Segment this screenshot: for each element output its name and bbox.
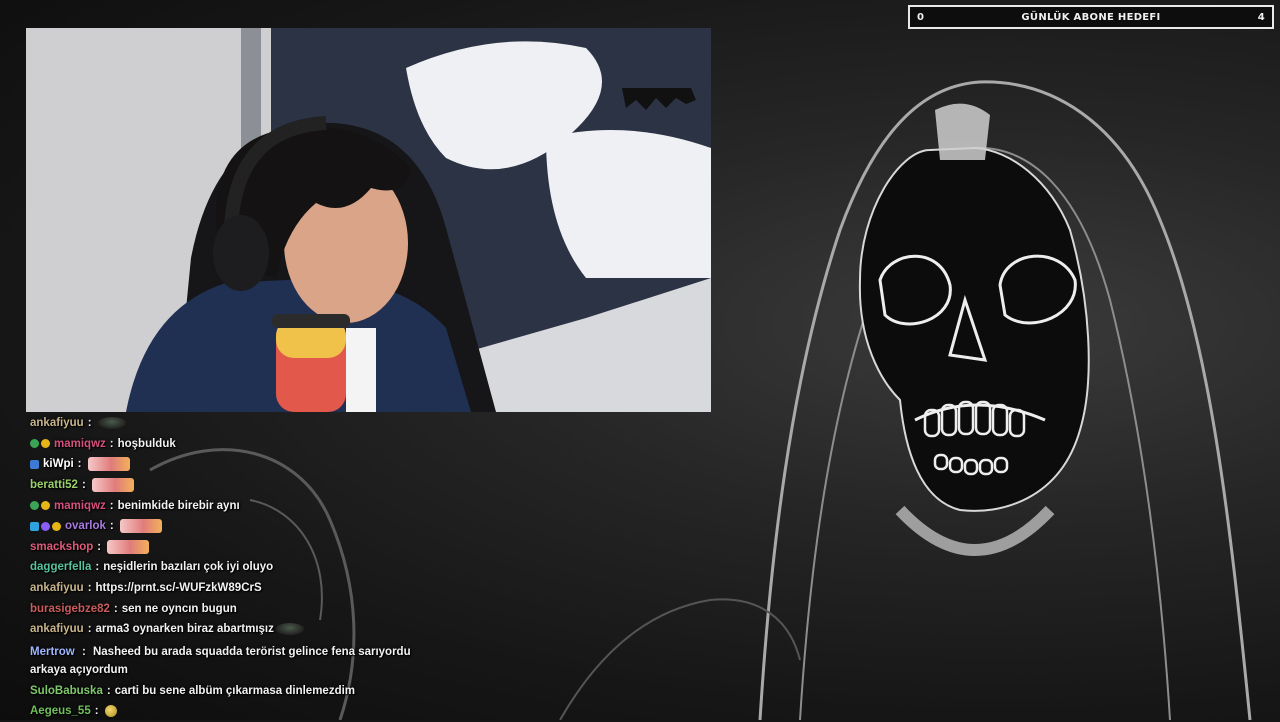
goal-label: GÜNLÜK ABONE HEDEFI — [1021, 11, 1161, 23]
chat-separator: : — [87, 623, 92, 636]
chat-text: sen ne oyncın bugun — [121, 602, 237, 615]
streamer-camera-image — [26, 28, 711, 412]
heart-emote-icon — [87, 457, 130, 472]
chat-text: benimkide birebir aynı — [117, 499, 240, 512]
chat-message: mamiqwz : benimkide birebir aynı — [26, 495, 466, 516]
chat-separator: : — [97, 540, 102, 553]
chat-username: daggerfella — [30, 561, 92, 574]
chat-separator: : — [77, 458, 82, 471]
chat-message: daggerfella : neşidlerin bazıları çok iy… — [26, 557, 466, 578]
chat-username: ankafiyuu — [30, 623, 84, 636]
chat-username: mamiqwz — [54, 499, 106, 512]
chat-username: smackshop — [30, 540, 94, 553]
chat-separator: : — [109, 499, 114, 512]
heart-emote-icon — [119, 519, 162, 534]
badge-icon — [41, 439, 50, 449]
user-badges — [30, 439, 50, 449]
chat-message: ankafiyuu : https://prnt.sc/-WUFzkW89CrS — [26, 578, 466, 599]
chat-message: kiWpi : — [26, 454, 466, 475]
chat-link[interactable]: https://prnt.sc/-WUFzkW89CrS — [96, 581, 262, 595]
chat-separator: : — [109, 437, 114, 450]
chat-overlay: ankafiyuu : mamiqwz : hoşbuldu​k kiWpi :… — [26, 413, 466, 722]
chat-message: Mertrow : Nasheed bu arada squadda terör… — [26, 640, 466, 681]
chat-text: arma3 oynarken biraz abartmışız — [95, 623, 274, 636]
subscriber-goal-bar: 0 GÜNLÜK ABONE HEDEFI 4 — [908, 5, 1274, 29]
chat-message: smackshop : — [26, 537, 466, 558]
goal-current: 0 — [917, 11, 925, 23]
chat-separator: : — [95, 561, 100, 574]
chat-username: Aegeus_55 — [30, 705, 91, 718]
chat-message: SuloBabuska : carti bu sene albüm çıkarm… — [26, 681, 466, 702]
chat-message: mamiqwz : hoşbuldu​k — [26, 434, 466, 455]
goal-target: 4 — [1257, 11, 1265, 23]
badge-icon — [30, 439, 39, 449]
chat-separator: : — [87, 417, 92, 430]
user-badges — [30, 501, 50, 511]
chat-message: ankafiyuu : arma3 oynarken biraz abartmı… — [26, 619, 466, 640]
frog-emote-icon — [275, 623, 304, 636]
badge-icon — [30, 501, 39, 511]
chat-username: Mertrow — [30, 645, 75, 658]
pepe-emote-icon — [104, 705, 117, 718]
chat-text: neşidlerin bazıları çok iyi oluyo — [103, 561, 274, 574]
user-badges — [30, 521, 61, 531]
chat-separator: : — [109, 520, 114, 533]
chat-separator: : — [87, 582, 92, 595]
chat-message: ankafiyuu : — [26, 413, 466, 434]
chat-username: burasigebze82 — [30, 602, 110, 615]
chat-username: SuloBabuska — [30, 684, 103, 697]
chat-username: ovarlok — [65, 520, 106, 533]
chat-text: carti bu sene albüm çıkarmasa dinlemezdi… — [114, 684, 356, 697]
chat-message: beratti52 : — [26, 475, 466, 496]
heart-emote-icon — [91, 478, 134, 493]
chat-username: kiWpi — [43, 458, 74, 471]
badge-icon — [41, 521, 50, 531]
chat-username: mamiqwz — [54, 437, 106, 450]
chat-separator: : — [94, 705, 99, 718]
badge-icon — [30, 521, 39, 531]
badge-icon — [30, 459, 39, 469]
frog-emote-icon — [97, 417, 126, 430]
badge-icon — [52, 521, 61, 531]
badge-icon — [41, 501, 50, 511]
chat-username: ankafiyuu — [30, 417, 84, 430]
chat-text: Nasheed bu arada squadda terörist gelinc… — [30, 645, 411, 676]
webcam-feed — [26, 28, 711, 412]
user-badges — [30, 459, 39, 469]
chat-separator: : — [81, 479, 86, 492]
chat-message: Aegeus_55 : — [26, 701, 466, 722]
chat-separator: : — [81, 645, 86, 658]
chat-separator: : — [113, 602, 118, 615]
chat-message: burasigebze82 : sen ne oyncın bugun — [26, 598, 466, 619]
chat-text: hoşbuldu​k — [117, 437, 176, 450]
chat-message-body: Mertrow : Nasheed bu arada squadda terör… — [30, 643, 440, 679]
chat-username: ankafiyuu — [30, 582, 84, 595]
chat-separator: : — [106, 684, 111, 697]
chat-username: beratti52 — [30, 479, 78, 492]
chat-message: ovarlok : — [26, 516, 466, 537]
heart-emote-icon — [107, 539, 150, 554]
